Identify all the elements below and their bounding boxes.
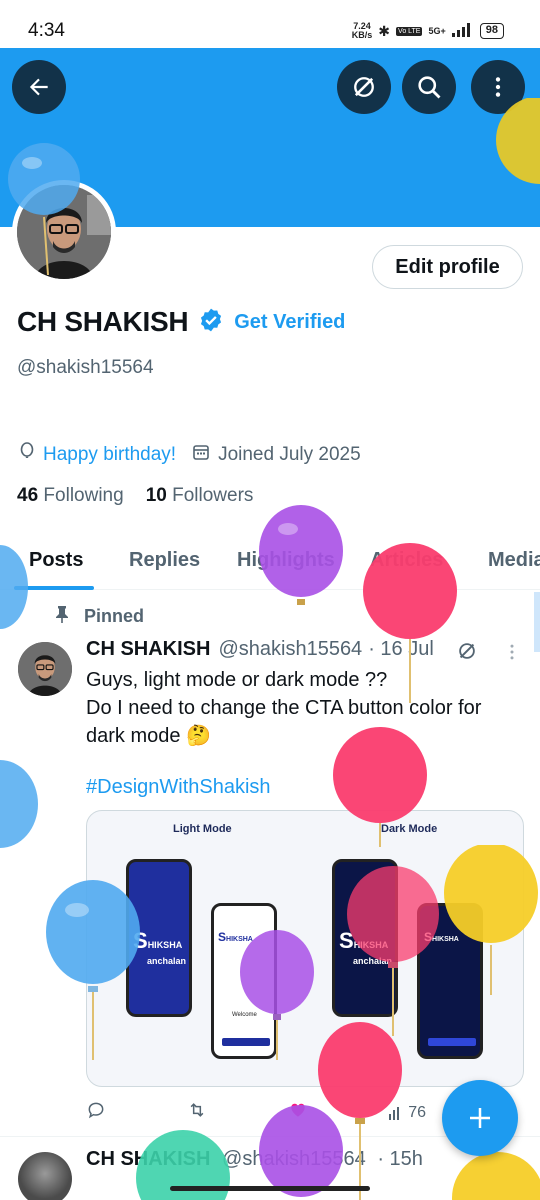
arrow-left-icon — [29, 78, 48, 96]
joined-date: Joined July 2025 — [218, 444, 361, 465]
gesture-nav-handle[interactable] — [170, 1186, 370, 1191]
post-text-line: dark mode 🤔 — [86, 725, 211, 747]
balloon-decoration — [46, 880, 140, 1060]
post-author-avatar[interactable] — [18, 642, 72, 696]
volte-icon: Vo LTE — [396, 26, 423, 36]
cta-button — [428, 1038, 476, 1046]
balloon-icon — [19, 442, 35, 468]
balloon-decoration — [347, 866, 439, 1036]
grok-icon — [354, 77, 374, 97]
balloon-decoration — [452, 1152, 540, 1200]
pinned-indicator: Pinned — [54, 605, 144, 628]
profile-handle: @shakish15564 — [17, 357, 154, 378]
profile-meta-row: Happy birthday! Joined July 2025 — [19, 442, 361, 468]
search-button[interactable] — [402, 60, 456, 114]
reply-icon[interactable] — [86, 1100, 106, 1125]
tab-posts[interactable]: Posts — [29, 549, 83, 572]
grok-icon[interactable] — [456, 640, 478, 667]
plus-icon — [470, 1108, 490, 1128]
verified-badge-icon — [198, 307, 224, 338]
balloon-decoration — [0, 760, 38, 848]
post-author-avatar[interactable] — [18, 1152, 72, 1200]
pin-icon — [54, 605, 70, 628]
status-bar: 4:34 7.24 KB/s ✱ Vo LTE 5G+ 98 — [0, 0, 540, 48]
scrollbar[interactable] — [534, 592, 540, 652]
bluetooth-icon: ✱ — [378, 22, 391, 39]
balloon-decoration — [259, 505, 343, 605]
net-speed: 7.24 KB/s — [351, 21, 373, 40]
balloon-decoration — [496, 98, 540, 184]
status-time: 4:34 — [28, 20, 65, 41]
more-vertical-icon — [495, 77, 501, 97]
back-button[interactable] — [12, 60, 66, 114]
follow-stats: 46 Following 10 Followers — [17, 485, 253, 507]
network-label: 5G+ — [428, 26, 446, 36]
balloon-decoration — [363, 543, 457, 703]
post-hashtag[interactable]: #DesignWithShakish — [86, 776, 271, 799]
balloon-decoration — [0, 545, 28, 629]
edit-profile-button[interactable]: Edit profile — [372, 245, 523, 289]
display-name: CH SHAKISH — [17, 306, 189, 337]
balloon-decoration — [333, 727, 427, 847]
balloon-decoration — [444, 845, 538, 995]
pinned-label: Pinned — [84, 606, 145, 626]
following-link[interactable]: 46 Following — [17, 485, 124, 507]
light-mode-label: Light Mode — [173, 823, 232, 835]
calendar-icon — [192, 443, 210, 467]
get-verified-link[interactable]: Get Verified — [234, 311, 345, 334]
tab-media[interactable]: Media — [488, 549, 540, 572]
search-icon — [418, 76, 441, 99]
status-icons: 7.24 KB/s ✱ Vo LTE 5G+ 98 — [352, 22, 504, 40]
post-author-handle: @shakish15564 — [218, 638, 363, 660]
grok-button[interactable] — [337, 60, 391, 114]
balloon-decoration — [240, 930, 314, 1060]
birthday-link[interactable]: Happy birthday! — [43, 444, 176, 466]
tab-replies[interactable]: Replies — [129, 549, 200, 572]
battery-indicator: 98 — [479, 23, 504, 39]
compose-post-button[interactable] — [442, 1080, 518, 1156]
profile-name-row: CH SHAKISH Get Verified — [17, 306, 345, 338]
post-author-name[interactable]: CH SHAKISH — [86, 638, 210, 661]
followers-link[interactable]: 10 Followers — [146, 485, 254, 507]
repost-icon[interactable] — [186, 1100, 208, 1125]
signal-icon — [451, 22, 474, 40]
balloon-decoration — [8, 143, 80, 275]
post-more-icon[interactable] — [502, 642, 522, 667]
